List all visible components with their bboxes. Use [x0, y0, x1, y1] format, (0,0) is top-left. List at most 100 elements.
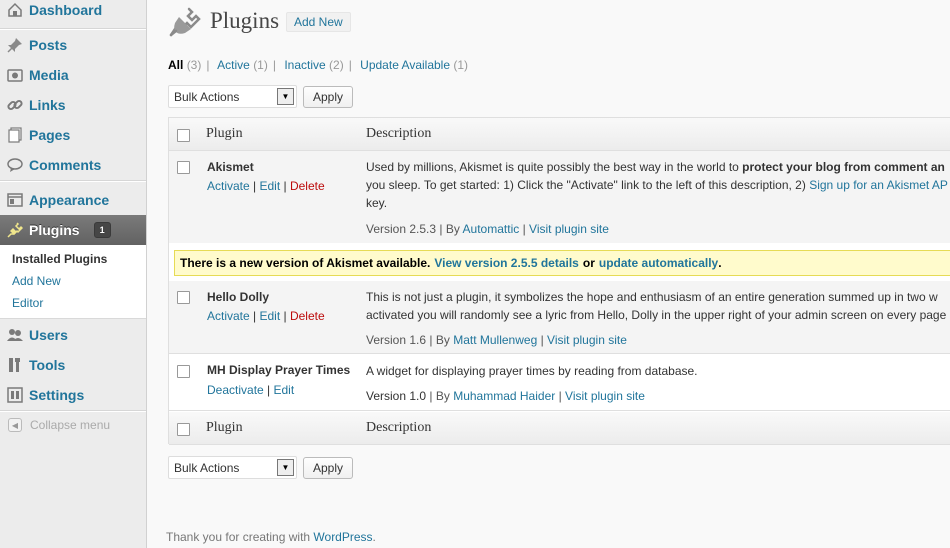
plugin-checkbox[interactable]: [177, 365, 190, 378]
menu-appearance-label: Appearance: [29, 192, 110, 208]
appearance-icon: [7, 192, 23, 208]
menu-dashboard[interactable]: Dashboard: [0, 0, 146, 25]
visit-site-link[interactable]: Visit plugin site: [565, 389, 645, 403]
filter-active[interactable]: Active: [217, 58, 250, 72]
filter-update-available[interactable]: Update Available: [360, 58, 450, 72]
add-new-button[interactable]: Add New: [286, 12, 351, 32]
select-all-checkbox[interactable]: [177, 129, 190, 142]
menu-media[interactable]: Media: [0, 60, 146, 90]
menu-pages[interactable]: Pages: [0, 120, 146, 150]
collapse-menu[interactable]: ◀ Collapse menu: [8, 418, 110, 432]
deactivate-link[interactable]: Deactivate: [207, 383, 264, 397]
apply-button[interactable]: Apply: [303, 85, 354, 108]
bulk-actions-select[interactable]: Bulk Actions ▼: [168, 85, 297, 108]
apply-button[interactable]: Apply: [303, 456, 354, 479]
view-details-link[interactable]: View version 2.5.5 details: [434, 256, 579, 270]
menu-tools-label: Tools: [29, 357, 66, 373]
plugin-meta: Version 1.6 | By Matt Mullenweg | Visit …: [366, 333, 627, 347]
description-text: A widget for displaying prayer times by …: [366, 364, 698, 378]
menu-settings[interactable]: Settings: [0, 380, 146, 410]
table-header: Plugin Description: [169, 118, 950, 151]
author-link[interactable]: Muhammad Haider: [453, 389, 555, 403]
delete-link[interactable]: Delete: [290, 179, 325, 193]
bulk-actions-top: Bulk Actions ▼ Apply: [168, 85, 354, 108]
plugin-checkbox[interactable]: [177, 161, 190, 174]
menu-appearance[interactable]: Appearance: [0, 185, 146, 215]
plugin-version: Version 1.0: [366, 389, 427, 403]
menu-users[interactable]: Users: [0, 320, 146, 350]
plugin-meta: Version 2.5.3 | By Automattic | Visit pl…: [366, 222, 609, 236]
akismet-signup-link[interactable]: Sign up for an Akismet AP: [809, 178, 948, 192]
submenu-installed-plugins[interactable]: Installed Plugins: [12, 252, 107, 266]
select-all-checkbox[interactable]: [177, 423, 190, 436]
wordpress-link[interactable]: WordPress: [313, 530, 372, 544]
menu-pages-label: Pages: [29, 127, 71, 143]
menu-users-label: Users: [29, 327, 68, 343]
plugins-submenu: Installed Plugins Add New Editor: [0, 245, 146, 319]
edit-link[interactable]: Edit: [259, 179, 280, 193]
users-icon: [7, 327, 23, 343]
plugin-name: Hello Dolly: [207, 290, 270, 304]
edit-link[interactable]: Edit: [259, 309, 280, 323]
dropdown-arrow-icon: ▼: [277, 459, 294, 476]
filter-inactive[interactable]: Inactive: [284, 58, 325, 72]
menu-links-label: Links: [29, 97, 66, 113]
column-description-footer[interactable]: Description: [366, 420, 431, 436]
filter-all[interactable]: All: [168, 58, 183, 72]
filter-update-count: (1): [453, 58, 469, 72]
table-row-akismet: Akismet Activate | Edit | Delete Used by…: [169, 151, 950, 243]
description-text: This is not just a plugin, it symbolizes…: [366, 290, 938, 304]
author-link[interactable]: Matt Mullenweg: [453, 333, 537, 347]
row-actions: Deactivate | Edit: [207, 383, 295, 397]
bulk-actions-value: Bulk Actions: [174, 460, 240, 475]
activate-link[interactable]: Activate: [207, 309, 250, 323]
admin-sidebar: Dashboard Posts Media Links Pages Commen…: [0, 0, 147, 548]
menu-links[interactable]: Links: [0, 90, 146, 120]
column-plugin-header[interactable]: Plugin: [206, 126, 243, 142]
description-bold-text: protect your blog from comment an: [742, 160, 945, 174]
page-title: Plugins: [210, 8, 280, 33]
edit-link[interactable]: Edit: [274, 383, 295, 397]
menu-posts[interactable]: Posts: [0, 30, 146, 60]
menu-posts-label: Posts: [29, 37, 68, 53]
table-footer: Plugin Description: [169, 412, 950, 445]
author-link[interactable]: Automattic: [463, 222, 520, 236]
update-automatically-link[interactable]: update automatically: [599, 256, 718, 270]
bulk-actions-select[interactable]: Bulk Actions ▼: [168, 456, 297, 479]
menu-comments[interactable]: Comments: [0, 150, 146, 180]
collapse-menu-label: Collapse menu: [30, 418, 111, 432]
menu-plugins[interactable]: Plugins 1: [0, 215, 146, 245]
menu-tools[interactable]: Tools: [0, 350, 146, 380]
visit-site-link[interactable]: Visit plugin site: [547, 333, 627, 347]
filter-active-count: (1): [253, 58, 268, 72]
description-text: Used by millions, Akismet is quite possi…: [366, 160, 743, 174]
filter-separator: |: [272, 58, 276, 72]
filter-inactive-count: (2): [329, 58, 344, 72]
plugin-status-filters: All (3) | Active (1) | Inactive (2) | Updat…: [168, 58, 468, 72]
by-label: By: [435, 333, 450, 347]
delete-link[interactable]: Delete: [290, 309, 325, 323]
filter-separator: |: [348, 58, 352, 72]
plugins-table: Plugin Description Akismet Activate | Ed…: [168, 117, 950, 445]
column-description-header[interactable]: Description: [366, 126, 431, 142]
plugin-checkbox[interactable]: [177, 291, 190, 304]
dashboard-icon: [7, 2, 23, 18]
collapse-arrow-icon: ◀: [8, 418, 22, 432]
row-actions: Activate | Edit | Delete: [207, 309, 325, 323]
menu-settings-label: Settings: [29, 387, 85, 403]
row-actions: Activate | Edit | Delete: [207, 179, 325, 193]
plugin-name: Akismet: [207, 160, 254, 174]
dropdown-arrow-icon: ▼: [277, 88, 294, 105]
update-notice: There is a new version of Akismet availa…: [174, 250, 950, 276]
filter-separator: |: [206, 58, 210, 72]
update-end-text: .: [718, 256, 722, 270]
plugin-name: MH Display Prayer Times: [207, 363, 351, 377]
visit-site-link[interactable]: Visit plugin site: [529, 222, 609, 236]
submenu-add-new[interactable]: Add New: [12, 274, 61, 288]
description-text: you sleep. To get started: 1) Click the …: [366, 178, 810, 192]
activate-link[interactable]: Activate: [207, 179, 250, 193]
description-text: key.: [366, 196, 388, 210]
submenu-editor[interactable]: Editor: [12, 296, 43, 310]
tools-icon: [7, 357, 23, 373]
column-plugin-footer[interactable]: Plugin: [206, 420, 243, 436]
